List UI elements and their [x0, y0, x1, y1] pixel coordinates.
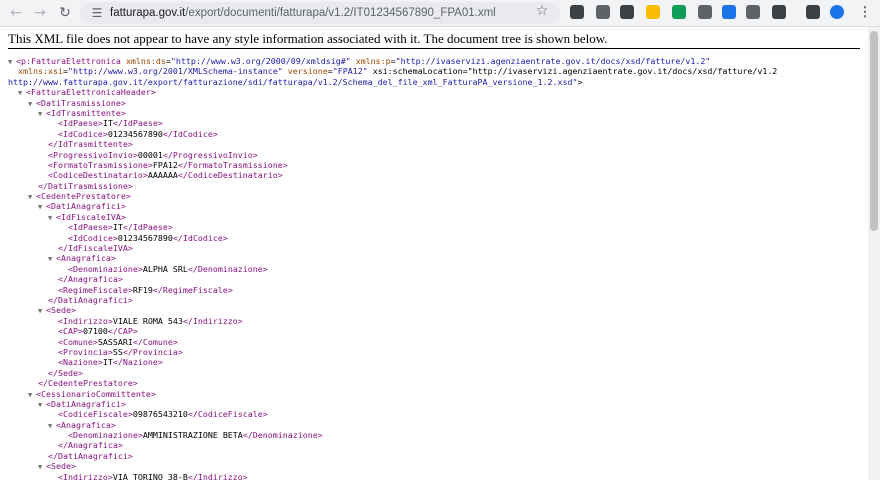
- xml-tree-line: ▼ <FatturaElettronicaHeader>: [18, 87, 156, 98]
- extension-icon-9[interactable]: [772, 5, 786, 19]
- extension-icon-4[interactable]: [646, 5, 660, 19]
- xml-tree-line: </DatiAnagrafici>: [47, 450, 133, 461]
- xml-tree-line: ▼ <IdTrasmittente>: [37, 107, 126, 118]
- xml-tree-line: ▼ <Anagrafica>: [47, 419, 116, 430]
- xml-style-notice: This XML file does not appear to have an…: [8, 31, 608, 46]
- forward-arrow-icon[interactable]: →: [30, 3, 50, 23]
- xml-tree-line: <IdPaese>IT</IdPaese>: [57, 118, 163, 129]
- xml-tree-line: ▼ <CedentePrestatore>: [27, 191, 131, 202]
- xml-tree-line: <Indirizzo>VIA TORINO 38-B</Indirizzo>: [57, 471, 248, 480]
- vertical-scrollbar[interactable]: [868, 27, 880, 480]
- xml-tree-line: <CAP>07100</CAP>: [57, 326, 138, 337]
- url-text[interactable]: fatturapa.gov.it/export/documenti/fattur…: [110, 2, 496, 24]
- url-path: /export/documenti/fatturapa/v1.2/IT01234…: [185, 7, 496, 19]
- xml-tree-line: <Nazione>IT</Nazione>: [57, 357, 163, 368]
- xml-tree-line: ▼ <Sede>: [37, 305, 76, 316]
- xml-tree-line: ▼ <DatiTrasmissione>: [27, 97, 126, 108]
- xml-tree-line: <Denominazione>AMMINISTRAZIONE BETA</Den…: [67, 430, 323, 441]
- xml-tree-line: <Indirizzo>VIALE ROMA 543</Indirizzo>: [57, 315, 243, 326]
- xml-tree-line: ▼ <IdFiscaleIVA>: [47, 211, 126, 222]
- extension-icon-7[interactable]: [722, 5, 736, 19]
- star-icon[interactable]: ☆: [534, 3, 550, 19]
- extension-icon-8[interactable]: [746, 5, 760, 19]
- xml-tree-line: </DatiAnagrafici>: [47, 294, 133, 305]
- tune-icon[interactable]: ☰: [89, 5, 105, 21]
- xml-tree-line: <Provincia>SS</Provincia>: [57, 346, 183, 357]
- xml-tree-line: <RegimeFiscale>RF19</RegimeFiscale>: [57, 284, 233, 295]
- xml-document-tree: ▼ <p:FatturaElettronica xmlns:ds="http://…: [8, 56, 777, 480]
- side-panel-icon[interactable]: [806, 5, 820, 19]
- scrollbar-thumb[interactable]: [870, 31, 878, 231]
- menu-icon[interactable]: ⋮: [858, 5, 872, 19]
- xml-tree-line: ▼ <Anagrafica>: [47, 253, 116, 264]
- xml-tree-line: </DatiTrasmissione>: [37, 180, 133, 191]
- xml-viewer: This XML file does not appear to have an…: [0, 27, 868, 480]
- xml-tree-line: <Denominazione>ALPHA SRL</Denominazione>: [67, 263, 268, 274]
- xml-tree-line: <ProgressivoInvio>00001</ProgressivoInvi…: [47, 149, 258, 160]
- xml-tree-line: <Comune>SASSARI</Comune>: [57, 336, 178, 347]
- xml-tree-line: </IdFiscaleIVA>: [57, 243, 133, 254]
- profile-avatar-icon[interactable]: [830, 5, 844, 19]
- xml-tree-line: ▼ <Sede>: [37, 461, 76, 472]
- xml-tree-line: <FormatoTrasmissione>FPA12</FormatoTrasm…: [47, 159, 288, 170]
- extension-icon-3[interactable]: [620, 5, 634, 19]
- back-arrow-icon[interactable]: ←: [6, 3, 26, 23]
- xml-tree-line: <CodiceDestinatario>AAAAAA</CodiceDestin…: [47, 170, 283, 181]
- xml-tree-line: http://www.fatturapa.gov.it/export/fattu…: [8, 76, 583, 87]
- xml-tree-line: </Sede>: [47, 367, 83, 378]
- extension-icon-1[interactable]: [570, 5, 584, 19]
- url-host: fatturapa.gov.it: [110, 7, 186, 19]
- xml-tree-line: xmlns:xsi="http://www.w3.org/2001/XMLSch…: [18, 66, 778, 77]
- xml-tree-line: </IdTrasmittente>: [47, 139, 133, 150]
- header-divider: [8, 48, 860, 49]
- xml-tree-line: </Anagrafica>: [57, 274, 123, 285]
- xml-tree-line: ▼ <DatiAnagrafici>: [37, 201, 126, 212]
- reload-icon[interactable]: ↻: [55, 3, 75, 23]
- xml-tree-line: </Anagrafica>: [57, 440, 123, 451]
- browser-toolbar: ← → ↻ ☰ fatturapa.gov.it/export/document…: [0, 0, 880, 27]
- xml-tree-line: </CedentePrestatore>: [37, 378, 138, 389]
- xml-tree-line: <CodiceFiscale>09876543210</CodiceFiscal…: [57, 409, 268, 420]
- xml-tree-line: <IdCodice>01234567890</IdCodice>: [67, 232, 228, 243]
- xml-tree-line: ▼ <p:FatturaElettronica xmlns:ds="http://…: [8, 56, 711, 66]
- extension-icon-6[interactable]: [698, 5, 712, 19]
- extension-icon-2[interactable]: [596, 5, 610, 19]
- extension-icon-5[interactable]: [672, 5, 686, 19]
- xml-tree-line: <IdPaese>IT</IdPaese>: [67, 222, 173, 233]
- address-bar[interactable]: ☰ fatturapa.gov.it/export/documenti/fatt…: [80, 2, 560, 24]
- xml-tree-line: ▼ <CessionarioCommittente>: [27, 388, 156, 399]
- xml-tree-line: <IdCodice>01234567890</IdCodice>: [57, 128, 218, 139]
- xml-tree-line: ▼ <DatiAnagrafici>: [37, 398, 126, 409]
